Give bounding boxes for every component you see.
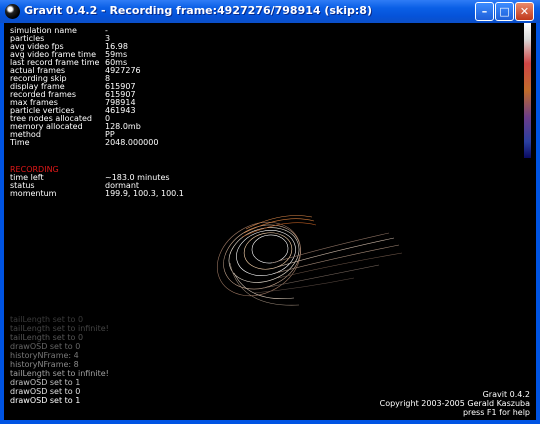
window-title: Gravit 0.4.2 - Recording frame:4927276/7… — [24, 4, 372, 17]
recording-row: momentum 199.9, 100.3, 100.1 — [10, 189, 184, 198]
log-line: tailLength set to 0 — [10, 315, 84, 324]
version-text: Gravit 0.4.2 — [482, 390, 530, 399]
stat-label: Time — [10, 138, 30, 147]
log-line: tailLength set to infinite! — [10, 369, 109, 378]
copyright-text: Copyright 2003-2005 Gerald Kaszuba — [379, 399, 530, 408]
minimize-button[interactable]: – — [475, 2, 494, 21]
log-line: drawOSD set to 1 — [10, 378, 81, 387]
recording-label: momentum — [10, 189, 57, 198]
recording-panel: RECORDING time left ~183.0 minutes status… — [10, 166, 184, 198]
gravit-app-icon[interactable] — [5, 4, 20, 19]
stat-value: 2048.000000 — [105, 138, 159, 147]
color-scale-bar — [524, 23, 531, 158]
help-hint: press F1 for help — [462, 408, 530, 417]
stat-value: 4927276 — [105, 66, 141, 75]
about-info: Gravit 0.4.2 Copyright 2003-2005 Gerald … — [380, 390, 530, 417]
log-line: tailLength set to 0 — [10, 333, 84, 342]
render-viewport[interactable]: simulation name - particles 3 avg video fp… — [4, 23, 536, 420]
maximize-button[interactable]: □ — [495, 2, 514, 21]
recording-value: 199.9, 100.3, 100.1 — [105, 189, 184, 198]
close-button[interactable]: ✕ — [515, 2, 534, 21]
particle-trails-visualization — [216, 215, 403, 306]
log-line: historyNFrame: 8 — [10, 360, 79, 369]
app-window: Gravit 0.4.2 - Recording frame:4927276/7… — [0, 0, 540, 424]
console-log: tailLength set to 0 tailLength set to in… — [10, 315, 109, 405]
log-line: tailLength set to infinite! — [10, 324, 109, 333]
title-bar[interactable]: Gravit 0.4.2 - Recording frame:4927276/7… — [0, 0, 540, 23]
log-line: drawOSD set to 1 — [10, 396, 81, 405]
particle-trail-cluster — [216, 215, 403, 306]
log-line: historyNFrame: 4 — [10, 351, 79, 360]
log-line: drawOSD set to 0 — [10, 387, 81, 396]
log-line: drawOSD set to 0 — [10, 342, 81, 351]
